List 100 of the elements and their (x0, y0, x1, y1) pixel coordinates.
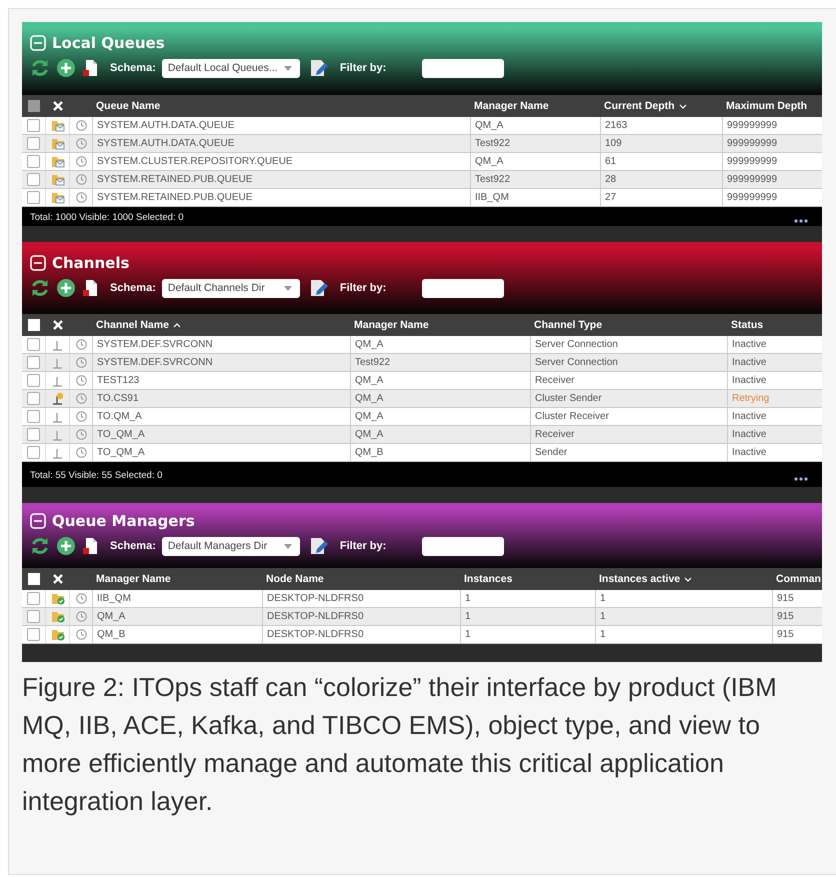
clock-icon[interactable] (76, 357, 86, 368)
table-cell: 1 (595, 626, 772, 643)
collapse-icon[interactable] (30, 35, 46, 51)
document-delete-icon[interactable] (82, 537, 98, 555)
row-checkbox[interactable] (27, 446, 40, 459)
column-header[interactable]: Manager Name (474, 100, 549, 112)
row-checkbox[interactable] (27, 374, 40, 387)
column-header[interactable]: Channel Name (96, 319, 181, 331)
add-icon[interactable] (56, 536, 76, 556)
row-checkbox[interactable] (27, 338, 40, 351)
filter-field[interactable] (422, 278, 504, 298)
pencil-icon[interactable] (310, 59, 328, 77)
table-cell: Inactive (727, 336, 822, 353)
column-header[interactable]: Manager Name (354, 319, 429, 331)
column-header[interactable]: Manager Name (96, 573, 171, 585)
table-cell: TO.QM_A (92, 408, 350, 425)
caret-icon (284, 544, 292, 548)
table-cell: 61 (600, 153, 722, 170)
refresh-icon[interactable] (30, 536, 50, 556)
clear-icon[interactable] (53, 101, 63, 111)
table-cell: Receiver (530, 372, 727, 389)
table-cell: Cluster Receiver (530, 408, 727, 425)
more-icon[interactable] (794, 477, 808, 481)
table-cell: Test922 (470, 171, 600, 188)
row-checkbox[interactable] (27, 428, 40, 441)
clock-icon[interactable] (76, 393, 86, 404)
row-checkbox[interactable] (27, 119, 40, 132)
pencil-icon[interactable] (310, 279, 328, 297)
document-delete-icon[interactable] (82, 279, 98, 297)
clock-icon[interactable] (76, 429, 86, 440)
table-cell: 915 (772, 608, 822, 625)
clock-icon[interactable] (76, 156, 86, 167)
row-checkbox[interactable] (27, 392, 40, 405)
row-checkbox[interactable] (27, 173, 40, 186)
row-checkbox[interactable] (27, 410, 40, 423)
clock-icon[interactable] (76, 339, 86, 350)
collapse-icon[interactable] (30, 513, 46, 529)
table-cell: Receiver (530, 426, 727, 443)
clear-icon[interactable] (53, 320, 63, 330)
table-cell: SYSTEM.CLUSTER.REPOSITORY.QUEUE (92, 153, 470, 170)
pencil-icon[interactable] (310, 537, 328, 555)
table-cell: 915 (772, 590, 822, 607)
schema-dropdown[interactable]: Default Local Queues... (162, 58, 300, 78)
clear-icon[interactable] (53, 574, 63, 584)
row-checkbox[interactable] (27, 592, 40, 605)
column-header[interactable]: Current Depth (604, 100, 687, 112)
column-header[interactable]: Status (731, 319, 764, 331)
document-delete-icon[interactable] (82, 59, 98, 77)
add-icon[interactable] (56, 58, 76, 78)
column-header[interactable]: Maximum Depth (726, 100, 808, 112)
row-checkbox[interactable] (27, 191, 40, 204)
more-icon[interactable] (794, 219, 808, 223)
clock-icon[interactable] (76, 138, 86, 149)
table-cell: QM_A (350, 372, 530, 389)
filter-field[interactable] (422, 58, 504, 78)
column-header[interactable]: Channel Type (534, 319, 602, 331)
chevron-down-icon[interactable] (678, 104, 687, 108)
column-header[interactable]: Instances (464, 573, 512, 585)
table-cell: DESKTOP-NLDFRS0 (262, 626, 460, 643)
select-all-checkbox[interactable] (28, 573, 40, 585)
table-cell: TO_QM_A (92, 426, 350, 443)
column-header[interactable]: Instances active (599, 573, 692, 585)
clock-icon[interactable] (76, 629, 86, 640)
filter-label: Filter by: (340, 540, 386, 552)
clock-icon[interactable] (76, 375, 86, 386)
clock-icon[interactable] (76, 593, 86, 604)
chevron-up-icon[interactable] (172, 322, 181, 328)
schema-dropdown[interactable]: Default Managers Dir (162, 536, 300, 556)
refresh-icon[interactable] (30, 278, 50, 298)
table-cell: 1 (595, 608, 772, 625)
row-checkbox[interactable] (27, 356, 40, 369)
table-cell: QM_A (350, 390, 530, 407)
row-checkbox[interactable] (27, 137, 40, 150)
clock-icon[interactable] (76, 174, 86, 185)
table-cell: 999999999 (722, 153, 822, 170)
select-all-checkbox[interactable] (28, 319, 40, 331)
schema-dropdown[interactable]: Default Channels Dir (162, 278, 300, 298)
clock-icon[interactable] (76, 411, 86, 422)
clock-icon[interactable] (76, 611, 86, 622)
refresh-icon[interactable] (30, 58, 50, 78)
table-cell: Test922 (350, 354, 530, 371)
clock-icon[interactable] (76, 192, 86, 203)
table-cell: 999999999 (722, 117, 822, 134)
table-cell: Sender (530, 444, 727, 461)
row-checkbox[interactable] (27, 628, 40, 641)
row-checkbox[interactable] (27, 155, 40, 168)
table-cell: QM_A (92, 608, 262, 625)
schema-label: Schema: (110, 62, 156, 74)
clock-icon[interactable] (76, 120, 86, 131)
collapse-icon[interactable] (30, 255, 46, 271)
column-header[interactable]: Node Name (266, 573, 324, 585)
table-cell: QM_A (350, 426, 530, 443)
column-header[interactable]: Queue Name (96, 100, 160, 112)
clock-icon[interactable] (76, 447, 86, 458)
row-checkbox[interactable] (27, 610, 40, 623)
table-cell: QM_B (350, 444, 530, 461)
filter-field[interactable] (422, 536, 504, 556)
column-header[interactable]: Comman (776, 573, 821, 585)
chevron-down-icon[interactable] (684, 576, 692, 582)
add-icon[interactable] (56, 278, 76, 298)
